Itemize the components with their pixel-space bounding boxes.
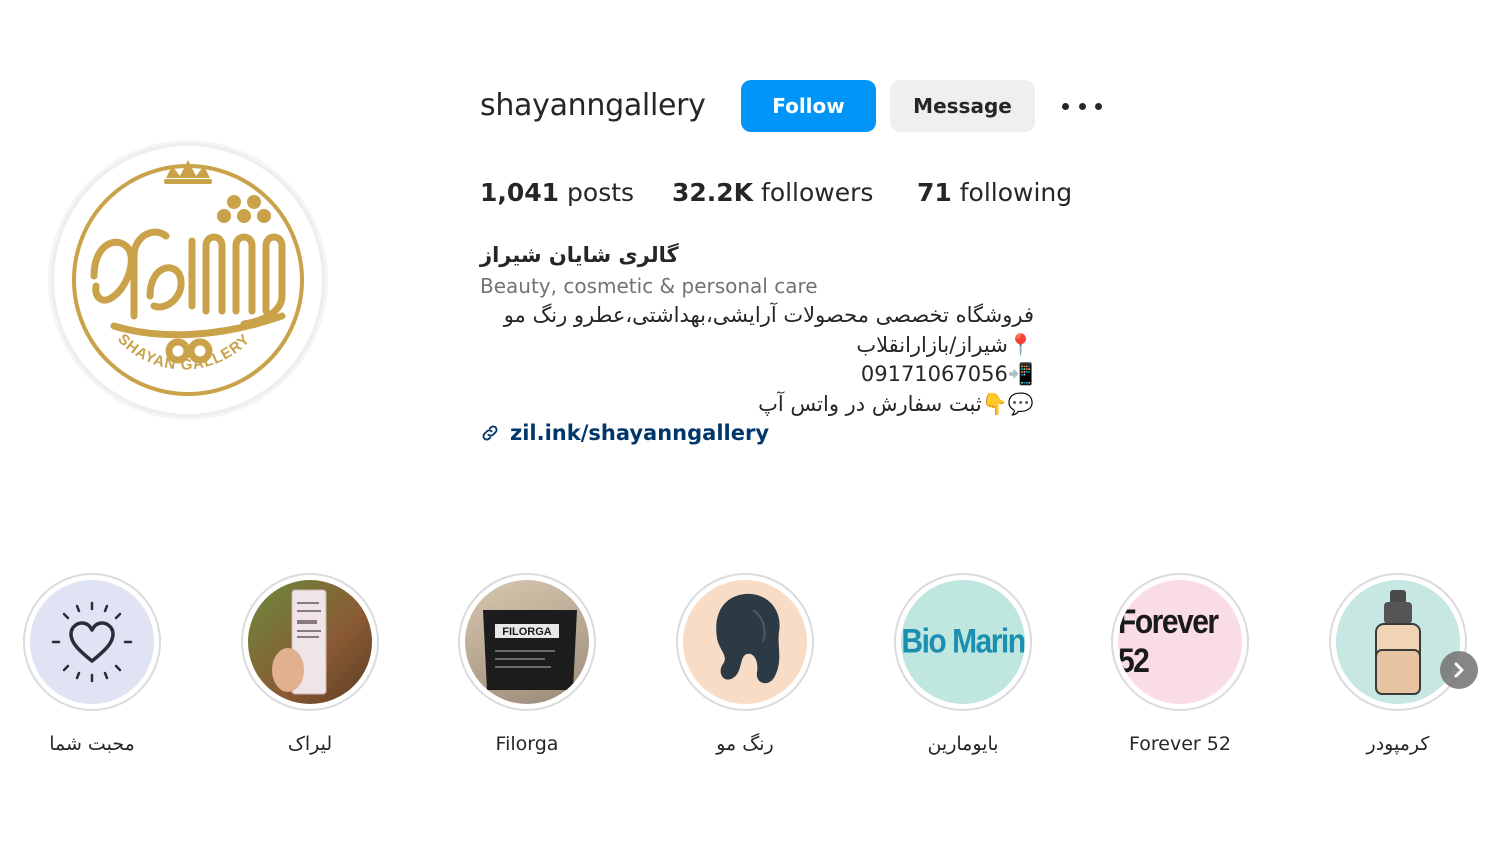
profile-page: SHAYAN GALLERY shayanngallery Follow Mes… <box>0 0 1500 844</box>
svg-text:FILORGA: FILORGA <box>502 626 552 638</box>
followers-stat[interactable]: 32.2K followers <box>672 178 873 207</box>
highlight-item[interactable]: رنگ مو <box>675 573 815 755</box>
followers-count: 32.2K <box>672 178 754 207</box>
bio-line: فروشگاه تخصصی محصولات آرایشی،بهداشتی،عطر… <box>503 303 1034 327</box>
following-stat[interactable]: 71 following <box>917 178 1072 207</box>
foundation-bottle-icon <box>1375 590 1421 695</box>
highlight-label: کرمپودر <box>1366 733 1430 755</box>
highlight-ring: Forever 52 <box>1111 573 1249 711</box>
link-icon <box>482 425 498 441</box>
product-box-image <box>272 589 327 695</box>
followers-label: followers <box>761 178 874 207</box>
highlight-item[interactable]: لیراک <box>240 573 380 755</box>
highlight-cover-text: Bio Marin <box>901 622 1025 661</box>
bio-line: 💬👇ثبت سفارش در واتس آپ <box>758 392 1034 416</box>
highlight-item[interactable]: Bio Marin بایومارین <box>893 573 1033 755</box>
message-button[interactable]: Message <box>890 80 1035 132</box>
highlight-ring <box>241 573 379 711</box>
highlight-ring: FILORGA <box>458 573 596 711</box>
bio-line: 📲09171067056 <box>860 362 1034 386</box>
posts-count: 1,041 <box>480 178 560 207</box>
highlight-cover <box>30 580 154 704</box>
highlight-item[interactable]: کرمپودر <box>1328 573 1468 755</box>
highlight-item[interactable]: Forever 52 Forever 52 <box>1110 573 1250 755</box>
following-label: following <box>959 178 1073 207</box>
highlight-item[interactable]: FILORGA Filorga <box>457 573 597 755</box>
highlight-cover <box>248 580 372 704</box>
profile-link-text: zil.ink/shayanngallery <box>510 421 770 445</box>
more-options-icon[interactable] <box>1062 92 1102 120</box>
profile-avatar[interactable]: SHAYAN GALLERY <box>54 146 322 414</box>
highlights-next-button[interactable] <box>1440 651 1478 689</box>
highlight-cover-text: Forever 52 <box>1118 602 1219 680</box>
highlight-ring <box>1329 573 1467 711</box>
following-count: 71 <box>917 178 952 207</box>
highlight-ring: Bio Marin <box>894 573 1032 711</box>
highlight-cover: FILORGA <box>465 580 589 704</box>
dot <box>1062 102 1069 110</box>
profile-category: Beauty, cosmetic & personal care <box>480 274 818 298</box>
highlight-cover: Forever 52 <box>1118 580 1242 704</box>
profile-username: shayanngallery <box>480 88 706 123</box>
bio-line: 📍شیراز/بازارانقلاب <box>856 333 1034 357</box>
highlight-cover <box>683 580 807 704</box>
product-box-image: FILORGA <box>483 610 577 690</box>
highlight-item[interactable]: محبت شما <box>22 573 162 755</box>
highlight-cover: Bio Marin <box>901 580 1025 704</box>
highlight-label: بایومارین <box>927 733 999 755</box>
posts-stat: 1,041 posts <box>480 178 634 207</box>
dot <box>1095 102 1102 110</box>
shayan-gallery-logo: SHAYAN GALLERY <box>72 160 304 396</box>
highlight-ring <box>23 573 161 711</box>
highlight-ring <box>676 573 814 711</box>
posts-label: posts <box>567 178 635 207</box>
highlight-label: رنگ مو <box>716 733 774 755</box>
dot <box>1078 102 1086 110</box>
hair-icon <box>716 593 780 684</box>
highlight-label: Filorga <box>495 733 559 755</box>
follow-button[interactable]: Follow <box>741 80 876 132</box>
chevron-right-icon <box>1454 662 1464 678</box>
profile-full-name: گالری شایان شیراز <box>480 243 679 267</box>
highlight-label: لیراک <box>287 733 333 755</box>
highlight-label: Forever 52 <box>1129 733 1231 755</box>
highlight-label: محبت شما <box>49 733 135 755</box>
heart-icon <box>51 601 133 683</box>
profile-link[interactable]: zil.ink/shayanngallery <box>480 421 769 445</box>
highlight-cover <box>1336 580 1460 704</box>
